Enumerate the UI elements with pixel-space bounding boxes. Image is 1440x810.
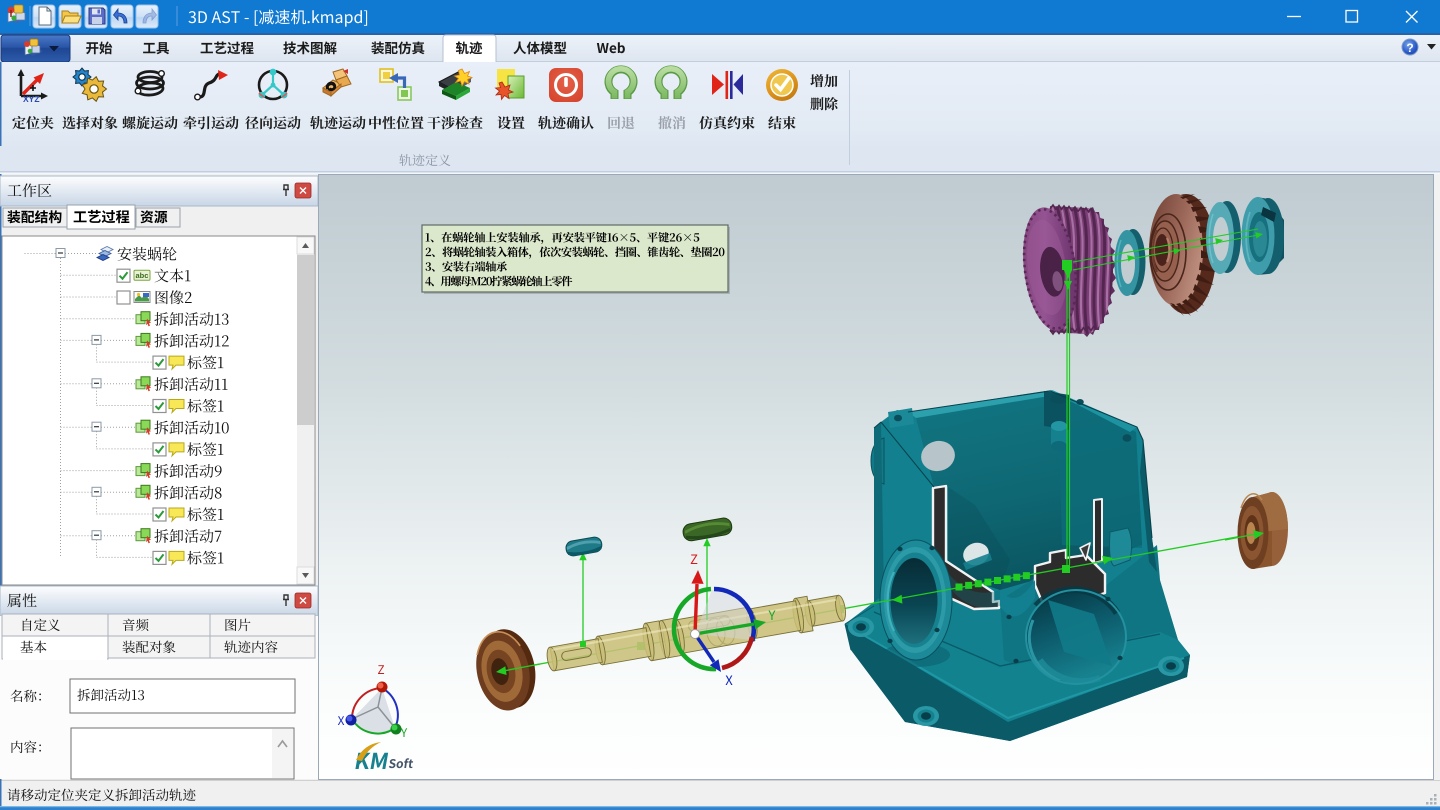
svg-text:?: ? [1406, 41, 1413, 55]
svg-text:XYZ: XYZ [23, 94, 40, 104]
svg-text:abc: abc [136, 271, 149, 280]
